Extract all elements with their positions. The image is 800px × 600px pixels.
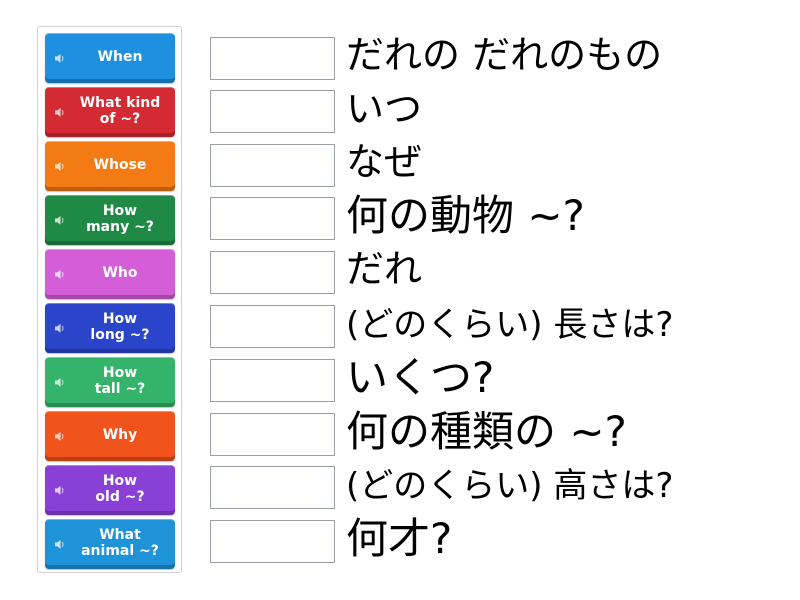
drop-slot[interactable]: [210, 144, 335, 187]
word-tile[interactable]: What animal ~?: [45, 519, 175, 569]
speaker-icon[interactable]: [54, 322, 66, 334]
answer-prompt: (どのくらい) 高さは?: [346, 466, 674, 506]
answer-prompt: だれ: [346, 247, 423, 291]
word-tile[interactable]: Who: [45, 249, 175, 299]
drop-slot[interactable]: [210, 90, 335, 133]
answer-prompt: 何才?: [346, 514, 453, 563]
answer-prompt: (どのくらい) 長さは?: [346, 305, 674, 345]
word-tile-label: How long ~?: [90, 310, 150, 343]
drop-slot[interactable]: [210, 413, 335, 456]
speaker-icon[interactable]: [54, 160, 66, 172]
speaker-icon[interactable]: [54, 52, 66, 64]
drop-slot[interactable]: [210, 197, 335, 240]
answer-prompt: 何の動物 ~?: [346, 191, 585, 240]
word-tile-label: When: [97, 48, 143, 65]
speaker-icon[interactable]: [54, 214, 66, 226]
word-tile-label: How many ~?: [86, 202, 154, 235]
answer-prompt: だれの だれのもの: [346, 33, 663, 77]
speaker-icon[interactable]: [54, 484, 66, 496]
word-tile-label: How tall ~?: [94, 364, 146, 397]
word-tile-label: What kind of ~?: [79, 94, 161, 127]
drop-slot[interactable]: [210, 359, 335, 402]
word-tile-label: Why: [102, 426, 138, 443]
word-tile-label: Whose: [93, 156, 147, 173]
word-tile[interactable]: What kind of ~?: [45, 87, 175, 137]
answer-prompt: いつ: [346, 87, 423, 131]
speaker-icon[interactable]: [54, 268, 66, 280]
speaker-icon[interactable]: [54, 430, 66, 442]
drop-slot[interactable]: [210, 305, 335, 348]
word-tile[interactable]: How long ~?: [45, 303, 175, 353]
speaker-icon[interactable]: [54, 376, 66, 388]
answer-prompt: なぜ: [346, 140, 423, 184]
word-tile-label: Who: [102, 264, 138, 281]
speaker-icon[interactable]: [54, 538, 66, 550]
word-tile[interactable]: When: [45, 33, 175, 83]
speaker-icon[interactable]: [54, 106, 66, 118]
word-tile-label: How old ~?: [95, 472, 145, 505]
word-tile[interactable]: Whose: [45, 141, 175, 191]
drop-slot[interactable]: [210, 466, 335, 509]
answer-prompt: 何の種類の ~?: [346, 407, 627, 456]
answer-prompt: いくつ?: [346, 353, 495, 402]
word-tile[interactable]: Why: [45, 411, 175, 461]
word-tile[interactable]: How many ~?: [45, 195, 175, 245]
drop-slot[interactable]: [210, 37, 335, 80]
word-tile-label: What animal ~?: [81, 526, 159, 559]
word-tile-palette: When What kind of ~? Whose How many ~? W…: [37, 26, 182, 573]
word-tile[interactable]: How tall ~?: [45, 357, 175, 407]
word-tile[interactable]: How old ~?: [45, 465, 175, 515]
drop-slot[interactable]: [210, 520, 335, 563]
drop-slot[interactable]: [210, 251, 335, 294]
